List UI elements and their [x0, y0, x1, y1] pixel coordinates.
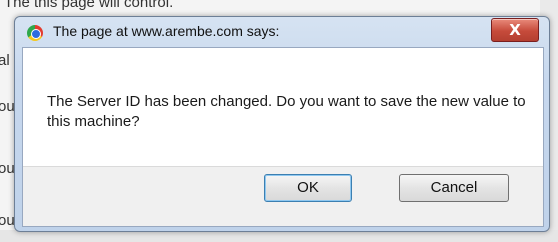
background-top-text: The this page will control. — [4, 0, 174, 11]
alert-dialog: The page at www.arembe.com says: X The S… — [14, 16, 550, 232]
chrome-browser-icon — [27, 25, 43, 41]
ok-button[interactable]: OK — [264, 174, 352, 202]
dialog-message: The Server ID has been changed. Do you w… — [47, 93, 526, 130]
message-area: The Server ID has been changed. Do you w… — [23, 48, 543, 167]
close-icon: X — [509, 21, 521, 39]
dialog-title: The page at www.arembe.com says: — [53, 23, 280, 39]
dialog-titlebar[interactable]: The page at www.arembe.com says: X — [15, 17, 549, 47]
close-button[interactable]: X — [491, 18, 539, 42]
cancel-button[interactable]: Cancel — [399, 174, 509, 202]
dialog-content: The Server ID has been changed. Do you w… — [22, 47, 544, 227]
